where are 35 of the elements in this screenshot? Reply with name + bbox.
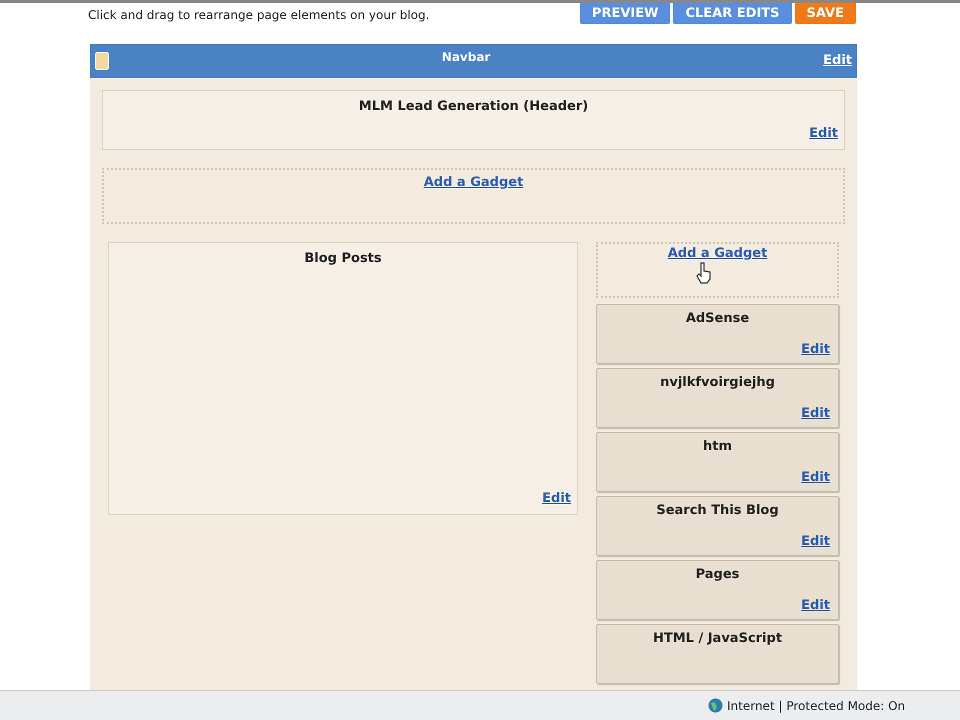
gadget-title: HTML / JavaScript (652, 630, 784, 648)
sidebar-gadget[interactable]: Search This Blog Edit (596, 496, 839, 556)
gadget-title: Search This Blog (655, 502, 780, 520)
sidebar-gadget[interactable]: nvjlkfvoirgiejhg Edit (596, 368, 839, 428)
sidebar-gadget[interactable]: AdSense Edit (596, 304, 839, 364)
edit-link[interactable]: Edit (801, 404, 830, 423)
hand-cursor-icon (696, 262, 712, 284)
globe-icon (708, 698, 723, 713)
navbar-title: Navbar (440, 49, 492, 66)
toolbar-button[interactable]: SAVE (794, 3, 856, 24)
gadget-title: AdSense (684, 310, 750, 328)
sidebar-gadget[interactable]: Pages Edit (596, 560, 839, 620)
gadget-title: htm (702, 438, 733, 456)
edit-link[interactable]: Edit (801, 340, 830, 359)
page-icon (95, 52, 109, 70)
instructions-text: Click and drag to rearrange page elements on your blog. (88, 7, 430, 24)
status-text: Internet | Protected Mode: On (727, 698, 906, 714)
sidebar-gadget[interactable]: HTML / JavaScript (596, 624, 839, 684)
toolbar-button[interactable]: CLEAR EDITS (673, 3, 792, 24)
edit-link[interactable]: Edit (823, 51, 852, 71)
edit-link[interactable]: Edit (801, 596, 830, 615)
sidebar-gadget[interactable]: htm Edit (596, 432, 839, 492)
gadget-title: nvjlkfvoirgiejhg (659, 374, 776, 392)
header-gadget[interactable]: MLM Lead Generation (Header) Edit (102, 90, 845, 150)
edit-link[interactable]: Edit (801, 532, 830, 551)
gadget-title: MLM Lead Generation (Header) (358, 98, 590, 116)
gadget-title: Blog Posts (303, 250, 383, 268)
add-gadget-link[interactable]: Add a Gadget (424, 175, 524, 190)
gadget-title: Pages (694, 566, 740, 584)
add-gadget-link[interactable]: Add a Gadget (668, 246, 768, 261)
edit-link[interactable]: Edit (809, 124, 838, 143)
edit-link[interactable]: Edit (542, 488, 571, 508)
edit-link[interactable]: Edit (801, 468, 830, 487)
toolbar-button[interactable]: PREVIEW (580, 3, 670, 24)
blog-posts-gadget[interactable]: Blog Posts Edit (108, 242, 578, 515)
